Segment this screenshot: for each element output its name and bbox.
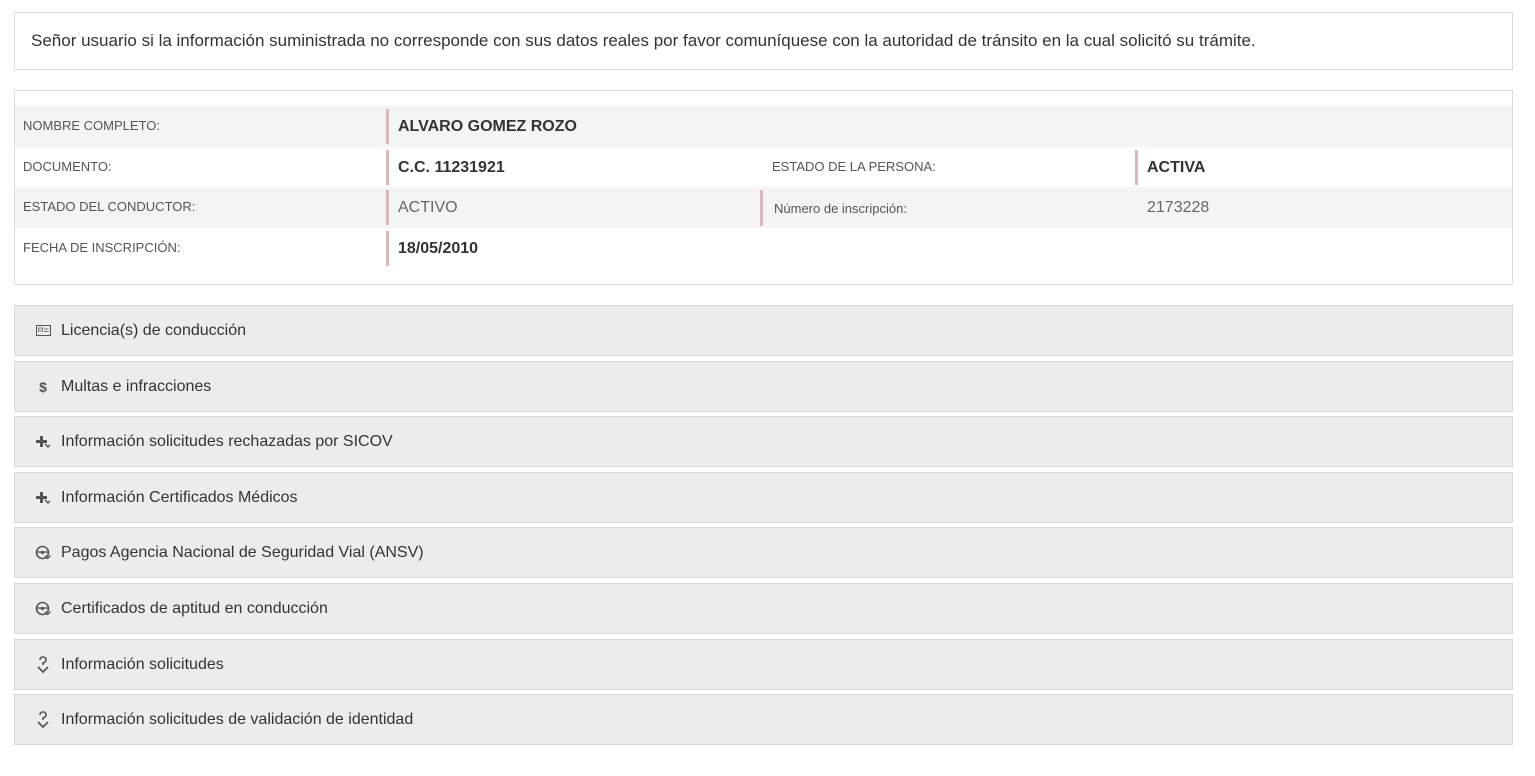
id-card-icon	[35, 323, 51, 339]
info-notice: Señor usuario si la información suminist…	[14, 12, 1513, 70]
section-label: Licencia(s) de conducción	[61, 321, 246, 339]
fecha-value: 18/05/2010	[386, 231, 478, 266]
steering-wheel-icon	[35, 601, 51, 617]
section-label: Información solicitudes de validación de…	[61, 710, 414, 728]
section-solicitudes[interactable]: Información solicitudes	[14, 639, 1513, 690]
section-label: Información Certificados Médicos	[61, 488, 298, 506]
section-label: Información solicitudes rechazadas por S…	[61, 432, 393, 450]
section-certificados-medicos[interactable]: Información Certificados Médicos	[14, 472, 1513, 523]
row-fecha: FECHA DE INSCRIPCIÓN: 18/05/2010	[15, 228, 1512, 269]
documento-value: C.C. 11231921	[386, 150, 505, 185]
estado-conductor-label: ESTADO DEL CONDUCTOR:	[23, 199, 196, 214]
steering-wheel-icon	[35, 545, 51, 561]
medical-plus-icon	[35, 434, 51, 450]
inscripcion-value: 2173228	[1147, 198, 1210, 216]
nombre-label: NOMBRE COMPLETO:	[23, 118, 161, 133]
medical-plus-icon	[35, 490, 51, 506]
section-licencias[interactable]: Licencia(s) de conducción	[14, 305, 1513, 356]
estado-persona-value: ACTIVA	[1135, 150, 1205, 185]
documento-label: DOCUMENTO:	[23, 159, 112, 174]
section-pagos-ansv[interactable]: Pagos Agencia Nacional de Seguridad Vial…	[14, 527, 1513, 578]
section-sicov[interactable]: Información solicitudes rechazadas por S…	[14, 416, 1513, 467]
question-arrow-icon	[35, 710, 51, 728]
section-validacion-identidad[interactable]: Información solicitudes de validación de…	[14, 694, 1513, 745]
notice-text: Señor usuario si la información suminist…	[31, 31, 1256, 50]
row-estado-conductor: ESTADO DEL CONDUCTOR: ACTIVO Número de i…	[15, 187, 1512, 228]
section-certificados-aptitud[interactable]: Certificados de aptitud en conducción	[14, 583, 1513, 634]
row-nombre: NOMBRE COMPLETO: ALVARO GOMEZ ROZO	[15, 106, 1512, 147]
section-label: Multas e infracciones	[61, 377, 212, 395]
inscripcion-label: Número de inscripción:	[760, 190, 907, 226]
dollar-icon: $	[39, 378, 47, 395]
nombre-value: ALVARO GOMEZ ROZO	[386, 109, 577, 144]
person-info-panel: NOMBRE COMPLETO: ALVARO GOMEZ ROZO DOCUM…	[14, 90, 1513, 285]
estado-conductor-value: ACTIVO	[386, 190, 458, 225]
fecha-label: FECHA DE INSCRIPCIÓN:	[23, 240, 181, 255]
row-documento: DOCUMENTO: C.C. 11231921 ESTADO DE LA PE…	[15, 147, 1512, 188]
section-label: Información solicitudes	[61, 655, 224, 673]
section-multas[interactable]: $ Multas e infracciones	[14, 361, 1513, 412]
estado-persona-label: ESTADO DE LA PERSONA:	[772, 159, 936, 174]
section-label: Pagos Agencia Nacional de Seguridad Vial…	[61, 543, 424, 561]
section-label: Certificados de aptitud en conducción	[61, 599, 328, 617]
question-arrow-icon	[35, 655, 51, 673]
